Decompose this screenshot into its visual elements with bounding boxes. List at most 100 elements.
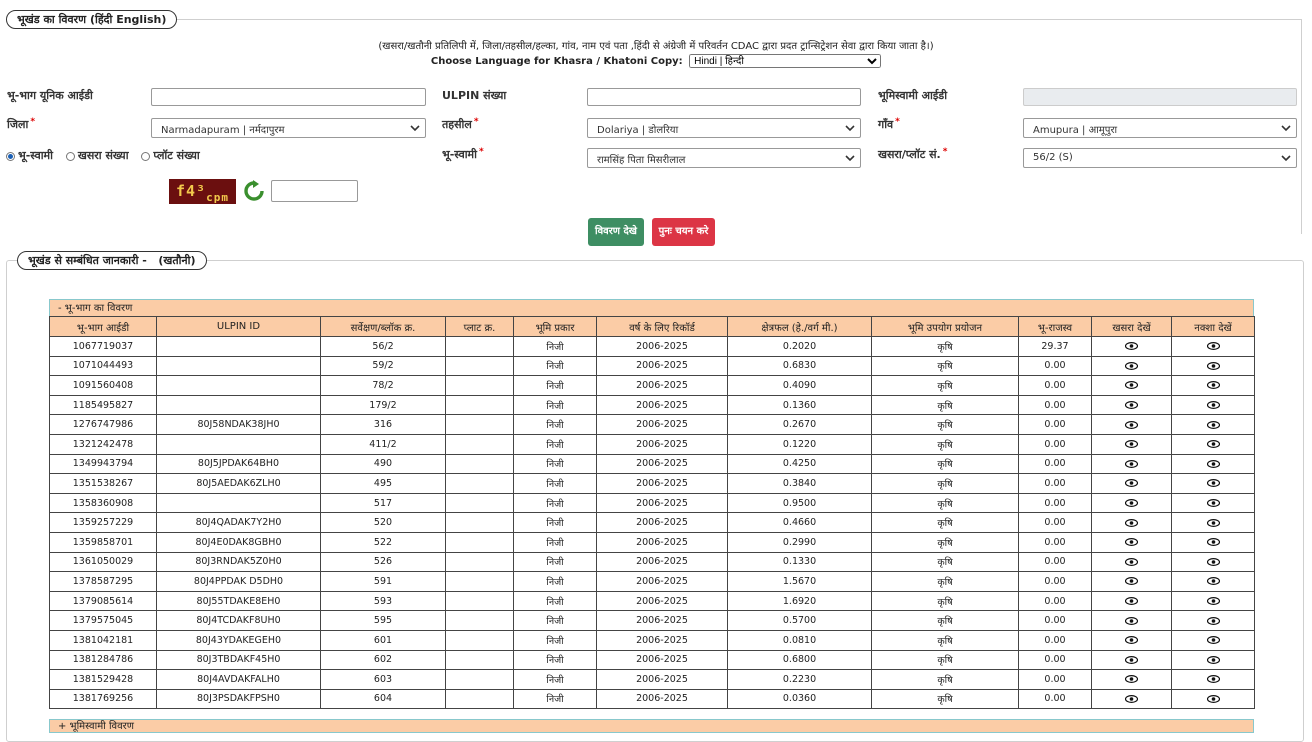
eye-icon[interactable] — [1125, 478, 1138, 489]
unique-id-label: भू-भाग यूनिक आईडी — [7, 89, 93, 102]
land-id-cell: 1378587295 — [49, 571, 157, 592]
land-type-cell: निजी — [513, 551, 597, 573]
ulpin-cell: 80J3TBDAKF45H0 — [156, 649, 321, 671]
ulpin-input[interactable] — [587, 88, 861, 106]
eye-icon[interactable] — [1206, 576, 1220, 587]
ulpin-cell: 80J3PSDAKFPSH0 — [156, 688, 321, 710]
owner-select[interactable]: रामसिंह पिता मिसरीलाल — [587, 148, 861, 168]
view-khasra-cell — [1091, 473, 1172, 494]
eye-icon[interactable] — [1206, 537, 1220, 548]
land-revenue-cell: 0.00 — [1018, 414, 1092, 435]
radio-owner[interactable]: भू-स्वामी — [6, 148, 53, 163]
eye-icon[interactable] — [1206, 341, 1220, 352]
land-type-cell: निजी — [513, 590, 597, 612]
land-revenue-cell: 0.00 — [1018, 629, 1092, 651]
table-row: 1378587295 80J4PPDAK D5DH0 591 निजी 2006-202… — [49, 571, 1255, 592]
radio-plot[interactable]: प्लॉट संख्या — [141, 148, 200, 163]
eye-icon[interactable] — [1125, 556, 1138, 567]
reset-selection-button[interactable]: पुनः चयन करे — [652, 218, 715, 246]
record-year-cell: 2006-2025 — [596, 551, 728, 573]
eye-icon[interactable] — [1206, 596, 1220, 607]
eye-icon[interactable] — [1125, 517, 1138, 528]
village-select[interactable]: Amupura | आमूपुरा — [1023, 118, 1297, 138]
eye-icon[interactable] — [1125, 674, 1138, 685]
table-row: 1381529428 80J4AVDAKFALH0 603 निजी 2006-2025… — [49, 669, 1255, 690]
land-revenue-cell: 0.00 — [1018, 669, 1092, 690]
view-khasra-cell — [1091, 453, 1172, 475]
land-use-cell: कृषि — [871, 453, 1019, 475]
eye-icon[interactable] — [1206, 380, 1220, 391]
radio-dot-checked[interactable] — [6, 151, 15, 161]
land-id-cell: 1359257229 — [49, 512, 157, 533]
lang-hindi-link[interactable]: हिंदी — [95, 13, 112, 26]
eye-icon[interactable] — [1125, 380, 1138, 391]
refresh-icon[interactable] — [242, 180, 266, 202]
eye-icon[interactable] — [1206, 615, 1220, 626]
eye-icon[interactable] — [1125, 458, 1138, 469]
area-cell: 0.1360 — [727, 394, 872, 416]
eye-icon[interactable] — [1206, 360, 1220, 371]
land-details-caption[interactable]: - भू-भाग का विवरण — [49, 299, 1254, 316]
eye-icon[interactable] — [1206, 498, 1220, 509]
land-type-cell: निजी — [513, 355, 597, 377]
eye-icon[interactable] — [1206, 458, 1220, 469]
radio-khasra[interactable]: खसरा संख्या — [65, 148, 129, 163]
language-label: Choose Language for Khasra / Khatoni Cop… — [430, 56, 683, 67]
land-revenue-cell: 0.00 — [1018, 473, 1092, 494]
eye-icon[interactable] — [1206, 419, 1220, 430]
eye-icon[interactable] — [1125, 615, 1138, 626]
eye-icon[interactable] — [1206, 674, 1220, 685]
radio-dot[interactable] — [141, 151, 151, 161]
land-use-cell: कृषि — [871, 629, 1019, 651]
district-select[interactable]: Narmadapuram | नर्मदापुरम — [151, 118, 426, 138]
eye-icon[interactable] — [1125, 654, 1138, 665]
eye-icon[interactable] — [1206, 517, 1220, 528]
area-cell: 1.5670 — [727, 571, 872, 592]
eye-icon[interactable] — [1206, 654, 1220, 665]
search-type-radios: भू-स्वामी खसरा संख्या प्लॉट संख्या — [6, 148, 209, 163]
lang-english-link[interactable]: English — [116, 13, 161, 26]
eye-icon[interactable] — [1125, 596, 1138, 607]
eye-icon[interactable] — [1125, 419, 1138, 430]
land-type-cell: निजी — [513, 453, 597, 475]
survey-no-cell: 59/2 — [320, 355, 446, 377]
table-row: 1349943794 80J5JPDAK64BH0 490 निजी 2006-2025… — [49, 453, 1255, 475]
table-row: 1351538267 80J5AEDAK6ZLH0 495 निजी 2006-2025… — [49, 473, 1255, 494]
land-type-cell: निजी — [513, 433, 597, 455]
header-cell: सर्वेक्षण/ब्लॉक क्र. — [320, 316, 446, 337]
tehsil-select[interactable]: Dolariya | डोलरिया — [587, 118, 861, 138]
eye-icon[interactable] — [1125, 341, 1138, 352]
view-khasra-cell — [1091, 571, 1172, 592]
eye-icon[interactable] — [1125, 498, 1138, 509]
radio-dot[interactable] — [65, 151, 75, 161]
survey-no-cell: 316 — [320, 414, 446, 435]
survey-no-cell: 591 — [320, 571, 446, 592]
eye-icon[interactable] — [1206, 400, 1220, 411]
language-select[interactable]: Hindi | हिन्दी — [689, 54, 882, 68]
eye-icon[interactable] — [1125, 635, 1138, 646]
ulpin-cell: 80J4QADAK7Y2H0 — [156, 512, 321, 533]
eye-icon[interactable] — [1125, 693, 1138, 704]
eye-icon[interactable] — [1125, 576, 1138, 587]
eye-icon[interactable] — [1125, 400, 1138, 411]
plot-no-cell — [445, 688, 514, 710]
eye-icon[interactable] — [1125, 439, 1138, 450]
eye-icon[interactable] — [1206, 439, 1220, 450]
eye-icon[interactable] — [1206, 693, 1220, 704]
eye-icon[interactable] — [1125, 537, 1138, 548]
land-type-cell: निजी — [513, 394, 597, 416]
eye-icon[interactable] — [1206, 556, 1220, 567]
eye-icon[interactable] — [1125, 360, 1138, 371]
survey-no-cell: 490 — [320, 453, 446, 475]
land-revenue-cell: 0.00 — [1018, 551, 1092, 573]
view-map-cell — [1171, 629, 1255, 651]
captcha-input[interactable] — [271, 180, 358, 202]
khasra-select[interactable]: 56/2 (S) — [1023, 148, 1297, 168]
view-details-button[interactable]: विवरण देखे — [588, 218, 644, 246]
owner-details-caption[interactable]: + भूमिस्वामी विवरण — [49, 719, 1254, 733]
header-cell: भूमि उपयोग प्रयोजन — [871, 316, 1019, 337]
eye-icon[interactable] — [1206, 635, 1220, 646]
unique-id-input[interactable] — [151, 88, 426, 106]
chevron-down-icon — [1281, 125, 1291, 132]
eye-icon[interactable] — [1206, 478, 1220, 489]
